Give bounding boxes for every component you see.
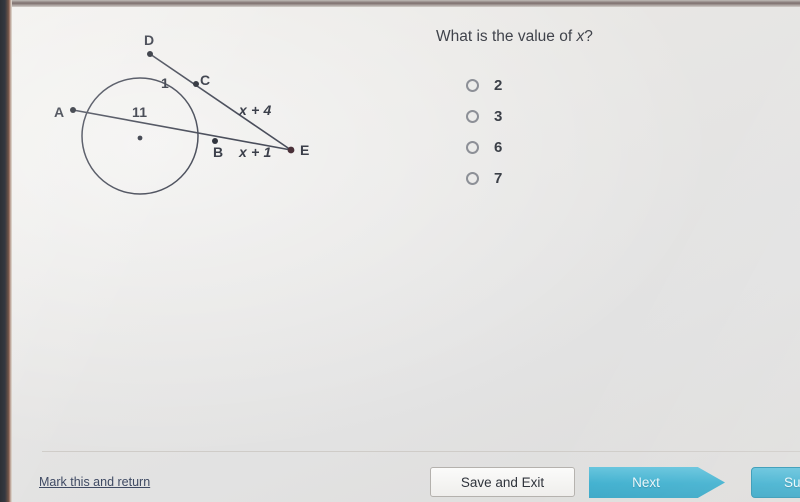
question-text-after: ? xyxy=(584,28,593,45)
point-dot-e xyxy=(287,146,295,154)
center-point-dot xyxy=(137,135,143,141)
mark-this-and-return-link[interactable]: Mark this and return xyxy=(39,475,150,489)
answer-option-label: 7 xyxy=(494,170,503,187)
point-label-b: B xyxy=(213,144,224,160)
submit-button[interactable]: Sub xyxy=(751,467,800,498)
monitor-left-bezel xyxy=(0,0,9,502)
segment-label-be: x + 1 xyxy=(239,144,272,160)
point-label-d: D xyxy=(144,32,155,48)
segment-label-ab: 11 xyxy=(132,104,148,120)
point-dot-a xyxy=(70,107,76,113)
radio-button-icon[interactable] xyxy=(466,79,479,92)
point-dot-d xyxy=(147,51,153,57)
screenshot-root: D C A B E 1 11 x + 4 x + 1 What is the v… xyxy=(0,0,800,502)
answer-option-1[interactable]: 2 xyxy=(466,70,502,101)
segment-label-dc: 1 xyxy=(161,75,169,91)
point-label-e: E xyxy=(300,142,310,158)
answer-option-label: 2 xyxy=(494,77,503,94)
question-prompt: What is the value of x? xyxy=(436,28,593,46)
answer-option-4[interactable]: 7 xyxy=(466,163,502,194)
point-label-a: A xyxy=(54,104,65,120)
toolbar-divider xyxy=(42,451,800,452)
answer-option-3[interactable]: 6 xyxy=(466,132,502,163)
answer-option-label: 3 xyxy=(494,108,503,125)
radio-button-icon[interactable] xyxy=(466,110,479,123)
radio-button-icon[interactable] xyxy=(466,141,479,154)
answer-options-list: 2 3 6 7 xyxy=(466,70,502,194)
point-label-c: C xyxy=(200,72,211,88)
geometry-diagram: D C A B E 1 11 x + 4 x + 1 xyxy=(30,22,360,222)
geometry-figure xyxy=(70,51,295,195)
answer-option-2[interactable]: 3 xyxy=(466,101,502,132)
next-button[interactable]: Next xyxy=(589,467,725,498)
radio-button-icon[interactable] xyxy=(466,172,479,185)
quiz-page: D C A B E 1 11 x + 4 x + 1 What is the v… xyxy=(12,6,800,502)
question-text-before: What is the value of xyxy=(436,28,577,45)
monitor-bezel-edge xyxy=(9,0,12,502)
answer-option-label: 6 xyxy=(494,139,503,156)
segment-label-ce: x + 4 xyxy=(239,102,272,118)
save-and-exit-button[interactable]: Save and Exit xyxy=(430,467,575,497)
monitor-top-bezel xyxy=(9,0,800,7)
point-dot-c xyxy=(193,81,199,87)
